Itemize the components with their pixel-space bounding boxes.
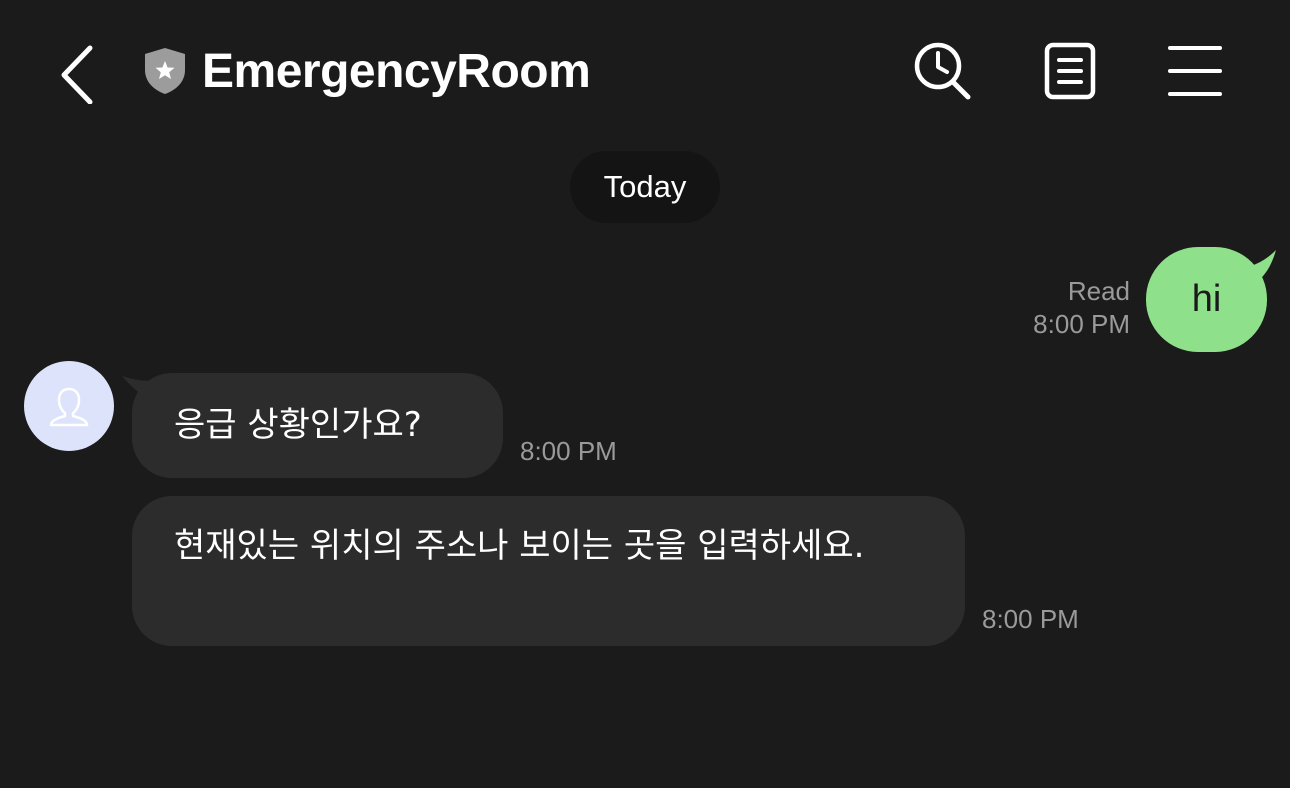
- chat-screen: EmergencyRoom Today Read 8:00 PM hi 응급 상…: [0, 0, 1290, 788]
- search-history-icon: [914, 42, 971, 100]
- person-icon: [49, 387, 89, 427]
- read-receipt: Read: [1067, 276, 1130, 306]
- notes-button[interactable]: [1038, 38, 1102, 104]
- chat-title: EmergencyRoom: [202, 45, 591, 98]
- message-time: 8:00 PM: [982, 604, 1079, 634]
- message-time: 8:00 PM: [520, 436, 617, 466]
- outgoing-message-bubble[interactable]: hi: [1146, 247, 1267, 352]
- shield-star-icon: [142, 46, 188, 96]
- message-time: 8:00 PM: [1033, 309, 1130, 339]
- incoming-message-bubble[interactable]: 현재있는 위치의 주소나 보이는 곳을 입력하세요.: [132, 496, 965, 646]
- menu-button[interactable]: [1162, 38, 1226, 104]
- back-button[interactable]: [52, 40, 102, 105]
- menu-icon: [1168, 46, 1222, 96]
- search-history-button[interactable]: [910, 38, 974, 104]
- chat-header: EmergencyRoom: [0, 0, 1290, 140]
- chevron-left-icon: [61, 45, 93, 105]
- incoming-message-bubble[interactable]: 응급 상황인가요?: [132, 373, 503, 478]
- notes-icon: [1044, 42, 1096, 100]
- avatar[interactable]: [24, 361, 114, 451]
- date-divider: Today: [570, 151, 720, 223]
